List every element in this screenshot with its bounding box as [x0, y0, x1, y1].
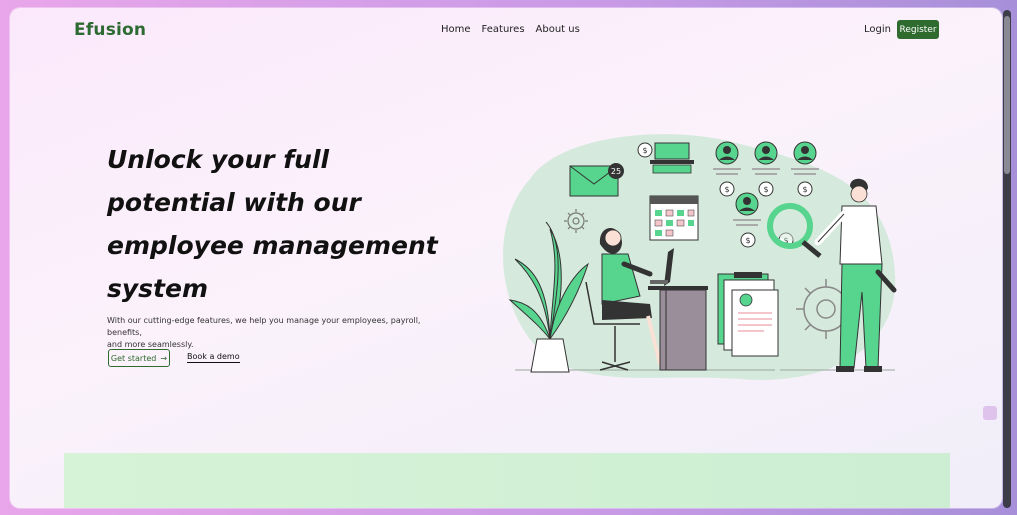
hero-subtitle-line: and more seamlessly.: [107, 340, 194, 349]
login-link[interactable]: Login: [864, 24, 891, 35]
get-started-label: Get started: [110, 353, 157, 363]
dollar-coin-icon: $: [719, 181, 735, 197]
dollar-symbol: $: [724, 185, 729, 194]
page-scrollbar[interactable]: [1003, 10, 1011, 508]
nav-features[interactable]: Features: [482, 24, 525, 35]
brand-logo[interactable]: Efusion: [74, 20, 146, 40]
nav-home[interactable]: Home: [441, 24, 471, 35]
notification-count: 25: [611, 167, 621, 176]
dollar-symbol: $: [802, 185, 807, 194]
nav-about[interactable]: About us: [536, 24, 580, 35]
calendar-icon: [649, 195, 699, 241]
dollar-coin-icon: $: [797, 181, 813, 197]
hero-title-line: Unlock your full: [107, 145, 330, 174]
scrollbar-thumb[interactable]: [1004, 16, 1010, 174]
hero-title: Unlock your full potential with our empl…: [107, 138, 447, 310]
dollar-coin-icon: $: [758, 181, 774, 197]
dollar-coin-icon: $: [637, 142, 653, 158]
hero-title-line: system: [107, 274, 209, 303]
dollar-coin-icon: $: [740, 232, 756, 248]
clipboard-icon: [717, 272, 779, 357]
browser-viewport: Efusion Home Features About us Login Reg…: [10, 8, 1002, 508]
building-icon: [650, 142, 694, 174]
main-nav: Home Features About us: [441, 24, 580, 35]
arrow-right-icon: →: [160, 353, 168, 363]
features-section-banner: [64, 453, 950, 508]
dollar-symbol: $: [763, 185, 768, 194]
register-button[interactable]: Register: [897, 20, 939, 39]
hero-illustration: 25 $ $ $ $ $ $: [503, 134, 897, 380]
hero-subtitle: With our cutting-edge features, we help …: [107, 315, 427, 351]
hero-title-line: employee management: [107, 231, 438, 260]
dollar-symbol: $: [642, 146, 647, 155]
hero-subtitle-line: With our cutting-edge features, we help …: [107, 316, 421, 337]
book-demo-link[interactable]: Book a demo: [187, 352, 240, 363]
chat-widget-icon[interactable]: [983, 406, 997, 420]
hero-title-line: potential with our: [107, 188, 361, 217]
get-started-button[interactable]: Get started →: [108, 349, 170, 367]
dollar-symbol: $: [745, 236, 750, 245]
